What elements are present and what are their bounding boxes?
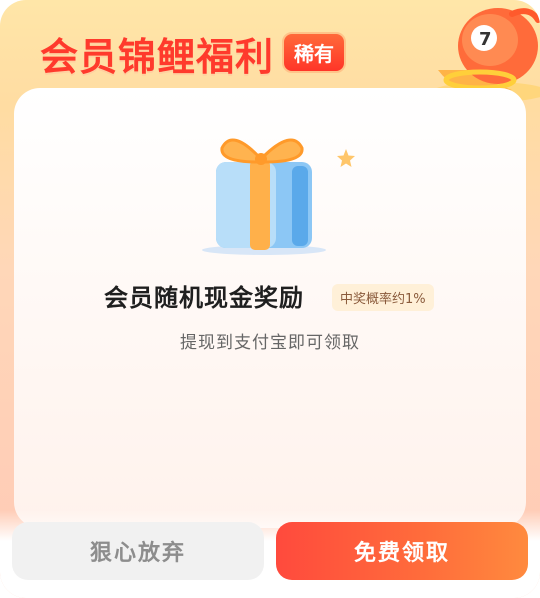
- star-sparkle-icon: [337, 149, 355, 167]
- give-up-button[interactable]: 狠心放弃: [12, 522, 264, 580]
- reward-subtitle: 提现到支付宝即可领取: [180, 333, 360, 353]
- modal-title: 会员锦鲤福利: [40, 35, 275, 79]
- rare-badge: 稀有: [282, 32, 346, 73]
- reward-modal: 会员锦鲤福利 稀有 7 会员随机现金奖励 中奖概率约1% 提现到支付宝即可领取 …: [0, 0, 540, 598]
- reward-card: 会员随机现金奖励 中奖概率约1% 提现到支付宝即可领取: [14, 88, 526, 528]
- svg-text:7: 7: [479, 29, 492, 50]
- reward-title: 会员随机现金奖励: [104, 284, 304, 312]
- gift-box-icon: [202, 138, 326, 255]
- claim-free-button[interactable]: 免费领取: [276, 522, 528, 580]
- probability-badge: 中奖概率约1%: [332, 284, 434, 311]
- reward-row: 会员随机现金奖励 中奖概率约1%: [14, 276, 526, 316]
